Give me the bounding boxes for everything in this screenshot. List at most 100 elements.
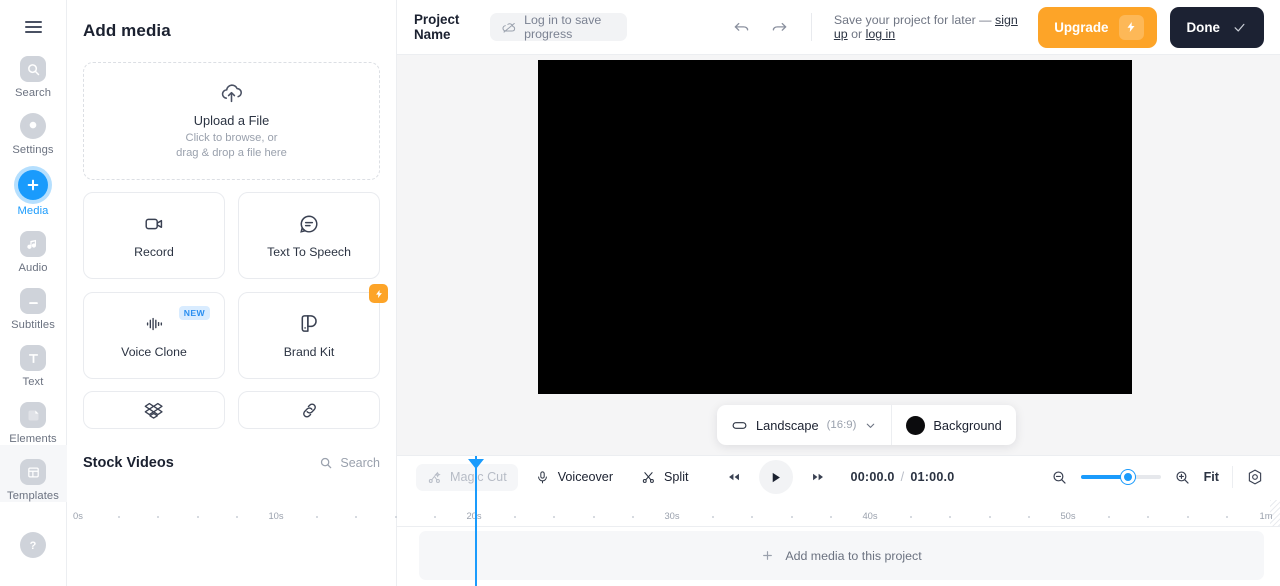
sidebar-item-search[interactable]: Search — [0, 42, 67, 99]
add-media-dropzone[interactable]: Add media to this project — [419, 531, 1264, 580]
voiceover-button[interactable]: Voiceover — [524, 464, 624, 491]
magic-cut-label: Magic Cut — [450, 470, 507, 484]
stock-search-button[interactable]: Search — [319, 456, 380, 470]
timeline-tools: Magic Cut Voiceover Split — [416, 463, 700, 491]
hamburger-menu-button[interactable] — [16, 12, 50, 42]
zoom-slider-knob[interactable] — [1120, 470, 1135, 484]
cloud-off-icon — [502, 20, 517, 35]
panel-title: Add media — [83, 21, 171, 40]
rewind-icon — [727, 470, 741, 484]
done-label: Done — [1186, 19, 1220, 35]
dropbox-import-button[interactable] — [83, 391, 225, 429]
quick-import-grid — [83, 391, 380, 429]
zoom-in-icon[interactable] — [1174, 469, 1191, 486]
sidebar-item-text[interactable]: Text — [0, 331, 67, 388]
ruler-minor-tick — [1147, 516, 1150, 518]
ruler-minor-tick — [830, 516, 833, 518]
redo-arrow-icon — [770, 18, 789, 37]
record-tile[interactable]: Record — [83, 192, 225, 279]
current-time: 00:00.0 — [850, 470, 895, 484]
gear-icon — [20, 113, 46, 139]
ruler-minor-tick — [1186, 516, 1189, 518]
chevron-down-icon — [864, 419, 877, 432]
tile-label: Text To Speech — [267, 244, 351, 259]
sidebar-item-elements[interactable]: Elements — [0, 388, 67, 445]
split-button[interactable]: Split — [630, 464, 700, 491]
link-import-button[interactable] — [238, 391, 380, 429]
stock-videos-header: Stock Videos Search — [83, 455, 380, 471]
ruler-minor-tick — [553, 516, 556, 518]
brand-kit-tile[interactable]: Brand Kit — [238, 284, 388, 379]
time-display: 00:00.0 / 01:00.0 — [851, 470, 955, 484]
elements-icon — [20, 402, 46, 428]
stock-search-label: Search — [340, 456, 380, 470]
help-button[interactable]: ? — [0, 518, 67, 558]
done-button[interactable]: Done — [1169, 6, 1264, 48]
play-button[interactable] — [758, 460, 793, 494]
ruler-minor-tick — [434, 516, 437, 518]
redo-button[interactable] — [767, 15, 791, 39]
ruler-minor-tick — [632, 516, 635, 518]
video-camera-icon — [143, 213, 165, 235]
main-area: Project Name Log in to save progress Sav… — [73, 0, 1280, 586]
background-label: Background — [933, 417, 1002, 433]
save-note-middle: or — [847, 27, 866, 41]
ruler-minor-tick — [988, 516, 991, 518]
templates-icon — [20, 459, 46, 485]
video-preview-canvas[interactable] — [538, 60, 1132, 394]
login-to-save-button[interactable]: Log in to save progress — [490, 13, 628, 41]
video-editor-app: Search Settings Media Audio Subtitles Te… — [0, 0, 1280, 586]
project-name[interactable]: Project Name — [414, 12, 478, 42]
undo-arrow-icon — [732, 18, 751, 37]
microphone-icon — [535, 470, 550, 485]
ruler-minor-tick — [117, 516, 120, 518]
text-to-speech-tile[interactable]: Text To Speech — [238, 192, 380, 279]
ruler-tick-label: 50s — [1060, 510, 1076, 521]
sidebar-item-templates[interactable]: Templates — [0, 445, 67, 502]
undo-button[interactable] — [729, 15, 753, 39]
hamburger-icon — [24, 21, 42, 33]
magic-cut-icon — [427, 470, 442, 485]
ruler-minor-tick — [751, 516, 754, 518]
search-icon — [20, 56, 46, 82]
sidebar-item-label: Settings — [12, 144, 54, 156]
upgrade-button[interactable]: Upgrade — [1038, 6, 1157, 48]
rewind-button[interactable] — [723, 466, 745, 488]
magic-cut-button[interactable]: Magic Cut — [416, 463, 518, 491]
playhead[interactable] — [468, 456, 484, 586]
sidebar-item-audio[interactable]: Audio — [0, 217, 67, 274]
add-media-panel: Add media Upload a File Click to browse,… — [67, 0, 397, 586]
log-in-link[interactable]: log in — [866, 27, 896, 41]
sidebar-item-subtitles[interactable]: Subtitles — [0, 274, 67, 331]
sidebar-item-settings[interactable]: Settings — [0, 99, 67, 156]
gear-icon[interactable] — [1246, 468, 1264, 486]
zoom-out-icon[interactable] — [1051, 469, 1068, 486]
add-media-dropzone-label: Add media to this project — [785, 548, 922, 563]
voice-clone-tile[interactable]: NEW Voice Clone — [83, 292, 225, 379]
ruler-minor-tick — [394, 516, 397, 518]
fast-forward-button[interactable] — [807, 466, 829, 488]
aspect-ratio-selector[interactable]: Landscape (16:9) — [717, 405, 891, 445]
undo-redo-group — [729, 15, 791, 39]
upload-dropzone[interactable]: Upload a File Click to browse, or drag &… — [83, 62, 380, 180]
fit-button[interactable]: Fit — [1204, 470, 1219, 484]
zoom-slider[interactable] — [1080, 470, 1161, 484]
brand-kit-icon — [298, 312, 321, 335]
time-separator: / — [900, 470, 905, 484]
sidebar-item-label: Subtitles — [11, 319, 55, 331]
total-time: 01:00.0 — [910, 470, 955, 484]
timeline-ruler[interactable]: 0s 10s 20s 30s 40s 50s 1m — [73, 500, 1280, 527]
text-icon — [20, 345, 46, 371]
aspect-ratio-value: (16:9) — [826, 419, 857, 431]
fast-forward-icon — [811, 470, 825, 484]
plus-icon — [18, 170, 48, 200]
timeline-toolbar: Magic Cut Voiceover Split 00:00.0 / 01:0… — [397, 456, 1280, 498]
timeline: Magic Cut Voiceover Split 00:00.0 / 01:0… — [73, 455, 1280, 586]
sidebar-item-media[interactable]: Media — [0, 156, 67, 217]
stock-videos-title: Stock Videos — [83, 455, 174, 471]
background-selector[interactable]: Background — [892, 405, 1015, 445]
sidebar-item-label: Elements — [9, 433, 57, 445]
upload-sub-line2: drag & drop a file here — [176, 147, 287, 159]
ruler-minor-tick — [315, 516, 318, 518]
ruler-minor-tick — [1226, 516, 1229, 518]
